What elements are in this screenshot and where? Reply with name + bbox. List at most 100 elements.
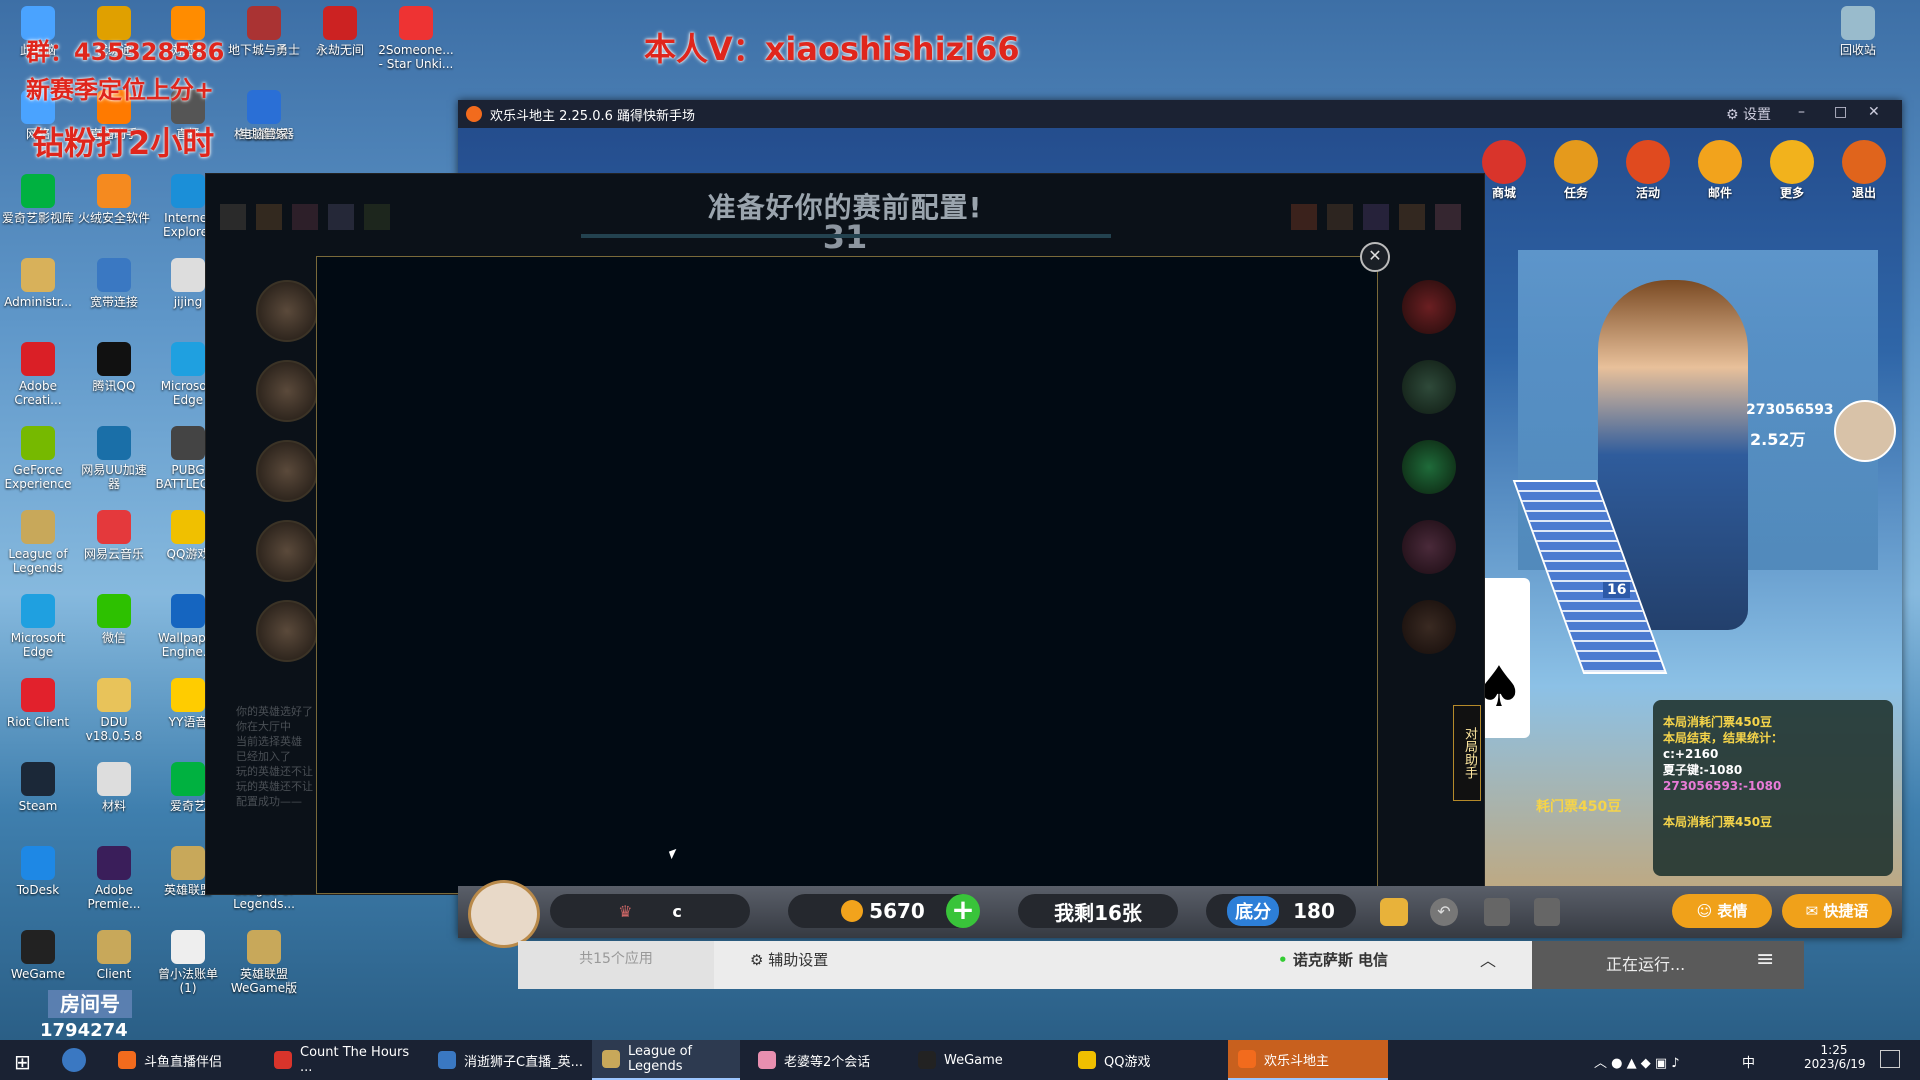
- desktop-icon[interactable]: 永劫无间: [302, 6, 378, 57]
- desktop-icon[interactable]: WeGame: [0, 930, 76, 981]
- desktop-icon[interactable]: League of Legends: [0, 510, 76, 575]
- steam-icon: [21, 762, 55, 796]
- taskbar-item[interactable]: WeGame: [908, 1040, 1060, 1080]
- top-menu-exit-button[interactable]: 退出: [1836, 140, 1892, 201]
- desktop-icon[interactable]: DDU v18.0.5.8: [76, 678, 152, 743]
- chat-line: 夏子键:-1080: [1663, 763, 1743, 777]
- apps-count[interactable]: 共15个应用: [518, 941, 714, 989]
- desktop-icon[interactable]: GeForce Experience: [0, 426, 76, 491]
- desktop-icon-label: 爱奇艺影视库: [1, 211, 74, 225]
- close-icon[interactable]: ✕: [1868, 104, 1880, 120]
- taskbar-item[interactable]: Count The Hours ...: [264, 1040, 420, 1080]
- taskbar-item[interactable]: League of Legends: [592, 1040, 740, 1080]
- deck-count: 16: [1603, 582, 1631, 598]
- top-menu-task-button[interactable]: 任务: [1548, 140, 1604, 201]
- more-icon: [1770, 140, 1814, 184]
- emote-button[interactable]: ☺ 表情: [1672, 894, 1772, 928]
- taskbar-item[interactable]: 老婆等2个会话: [748, 1040, 900, 1080]
- game-icon: [323, 6, 357, 40]
- recycle-bin-icon: [1841, 6, 1875, 40]
- chat-log-line: 你的英雄选好了: [236, 705, 313, 718]
- taskbar-item-label: WeGame: [944, 1052, 1003, 1068]
- top-menu-label: 邮件: [1707, 186, 1732, 200]
- lol-modal-close-button[interactable]: ✕: [1360, 242, 1390, 272]
- player-avatar[interactable]: [468, 880, 540, 948]
- desktop-icon[interactable]: 腾讯QQ: [76, 342, 152, 393]
- desktop-icon[interactable]: Adobe Premie...: [76, 846, 152, 911]
- desktop-icon-label: 电脑管家: [239, 127, 288, 141]
- taskbar: ⊞ 斗鱼直播伴侣 Count The Hours ... 消逝狮子C直播_英... L…: [0, 1040, 1920, 1080]
- top-menu-mail-button[interactable]: 邮件: [1692, 140, 1748, 201]
- desktop-icon[interactable]: Administr...: [0, 258, 76, 309]
- quick-chat-button[interactable]: ✉ 快捷语: [1782, 894, 1892, 928]
- ally-champion-5[interactable]: [256, 600, 318, 662]
- running-panel[interactable]: 正在运行... ≡: [1532, 941, 1804, 989]
- taskbar-item[interactable]: 欢乐斗地主: [1228, 1040, 1388, 1080]
- robot-icon[interactable]: [1380, 898, 1408, 926]
- desktop-icon[interactable]: Client: [76, 930, 152, 981]
- cards-left-pill: 我剩16张: [1018, 894, 1178, 928]
- ally-champion-2[interactable]: [256, 360, 318, 422]
- app-icon: [97, 426, 131, 460]
- desktop-icon-label: GeForce Experience: [4, 463, 72, 491]
- menu-icon[interactable]: ≡: [1756, 947, 1774, 972]
- desktop-icon[interactable]: 电脑管家: [226, 90, 302, 141]
- top-menu-gift-button[interactable]: 活动: [1620, 140, 1676, 201]
- helper-settings-button[interactable]: ⚙ 辅助设置: [750, 949, 828, 970]
- windows-start-icon[interactable]: ⊞: [14, 1050, 31, 1074]
- desktop-icon[interactable]: Microsoft Edge: [0, 594, 76, 659]
- ally-champion-3[interactable]: [256, 440, 318, 502]
- desktop-icon[interactable]: 网易UU加速器: [76, 426, 152, 491]
- desktop-icon[interactable]: 地下城与勇士: [226, 6, 302, 57]
- undo-icon[interactable]: ↶: [1430, 898, 1458, 926]
- match-assistant-tab[interactable]: 对局助手: [1453, 705, 1481, 801]
- desktop-icon[interactable]: 曾小法账单(1): [150, 930, 226, 995]
- app-icon: [1238, 1050, 1256, 1068]
- game-settings-button[interactable]: ⚙ 设置: [1726, 104, 1771, 124]
- clock[interactable]: 1:25 2023/6/19: [1804, 1043, 1866, 1071]
- notes-icon[interactable]: [1534, 898, 1560, 926]
- desktop-icon[interactable]: 英雄联盟 WeGame版: [226, 930, 302, 995]
- chevron-up-icon[interactable]: ︿: [1480, 947, 1496, 971]
- minimize-icon[interactable]: –: [1798, 104, 1805, 120]
- desktop-icon[interactable]: 微信: [76, 594, 152, 645]
- contact-overlay-text: 本人V：xiaoshishizi66: [644, 30, 1020, 68]
- taskbar-item[interactable]: 斗鱼直播伴侣: [108, 1040, 256, 1080]
- opponent-beans: 2.52万: [1750, 430, 1806, 449]
- desktop-icon[interactable]: 火绒安全软件: [76, 174, 152, 225]
- top-menu-label: 退出: [1851, 186, 1876, 200]
- desktop-icon[interactable]: 网易云音乐: [76, 510, 152, 561]
- taskbar-item[interactable]: 消逝狮子C直播_英...: [428, 1040, 584, 1080]
- notification-icon[interactable]: [1880, 1050, 1900, 1068]
- ime-indicator[interactable]: 中: [1742, 1052, 1755, 1071]
- game-titlebar[interactable]: 欢乐斗地主 2.25.0.6 踊得快新手场 ⚙ 设置 – □ ✕: [458, 100, 1902, 128]
- opponent-avatar[interactable]: [1834, 400, 1896, 462]
- taskbar-item[interactable]: QQ游戏: [1068, 1040, 1220, 1080]
- desktop-icon-label: 回收站: [1839, 43, 1876, 57]
- record-icon[interactable]: [1484, 898, 1510, 926]
- desktop-icon[interactable]: 材料: [76, 762, 152, 813]
- chat-log-line: 玩的英雄还不让: [236, 780, 313, 793]
- desktop-icon[interactable]: Adobe Creati...: [0, 342, 76, 407]
- sogou-icon[interactable]: [62, 1048, 86, 1072]
- lol-champ-select-window[interactable]: 准备好你的赛前配置! 31 你的英雄选好了 你在大厅中 当前选择英雄 已经加入了 玩的英…: [205, 173, 1485, 895]
- desktop-icon[interactable]: 宽带连接: [76, 258, 152, 309]
- player-beans: 5670: [869, 899, 925, 923]
- rank-icon: ♛: [618, 901, 633, 921]
- desktop-icon-label: League of Legends: [8, 547, 68, 575]
- desktop-icon[interactable]: 回收站: [1820, 6, 1896, 57]
- desktop-icon[interactable]: ToDesk: [0, 846, 76, 897]
- desktop-icon[interactable]: 2Someone... - Star Unki...: [378, 6, 454, 71]
- enemy-champion-4: [1402, 520, 1456, 574]
- desktop-icon[interactable]: 爱奇艺影视库: [0, 174, 76, 225]
- maximize-icon[interactable]: □: [1834, 104, 1847, 120]
- desktop-icon[interactable]: Steam: [0, 762, 76, 813]
- top-menu-more-button[interactable]: 更多: [1764, 140, 1820, 201]
- ally-champion-1[interactable]: [256, 280, 318, 342]
- ally-champion-4[interactable]: [256, 520, 318, 582]
- ticket-text: 耗门票450豆: [1536, 799, 1622, 815]
- desktop-icon-label: 地下城与勇士: [227, 43, 300, 57]
- desktop-icon[interactable]: Riot Client: [0, 678, 76, 729]
- add-beans-button[interactable]: +: [946, 894, 980, 928]
- music-icon: [97, 510, 131, 544]
